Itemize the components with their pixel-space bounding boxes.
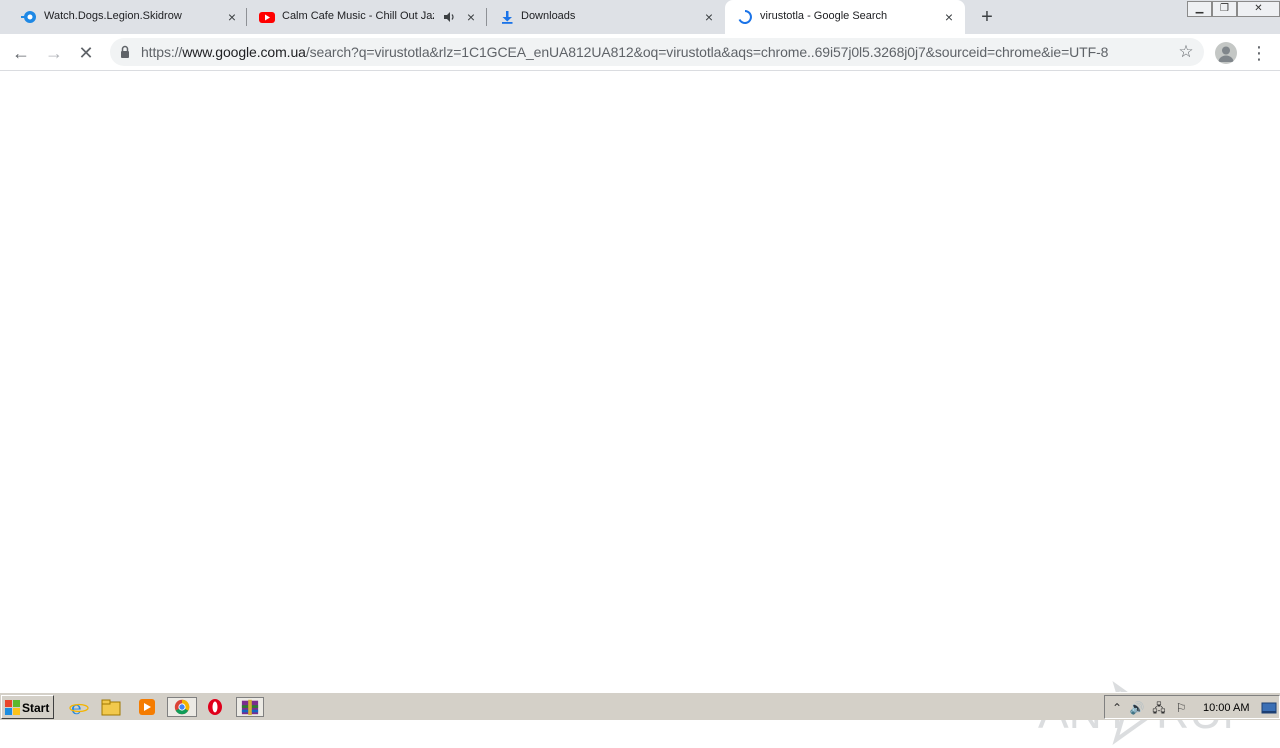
minimize-button[interactable]: ▁: [1187, 1, 1212, 17]
chrome-icon[interactable]: [167, 697, 197, 717]
download-icon: [502, 11, 513, 24]
url-host: www.google.com.ua: [182, 44, 306, 60]
show-hidden-icons-icon[interactable]: ⌃: [1109, 700, 1125, 716]
window-controls: ▁ ❐ ✕: [1187, 0, 1280, 18]
bookmark-star-icon[interactable]: ☆: [1176, 42, 1196, 62]
new-tab-button[interactable]: +: [976, 7, 998, 27]
volume-icon[interactable]: 🔊: [1129, 700, 1145, 716]
windows-taskbar: Start e ⌃ 🔊 🖧 ⚐ 10:00 AM: [0, 692, 1280, 720]
winrar-icon[interactable]: [236, 697, 264, 717]
url-scheme: https://: [141, 44, 183, 60]
start-button[interactable]: Start: [1, 695, 54, 719]
browser-window: Watch.Dogs.Legion.Skidrow × Calm Cafe Mu…: [0, 0, 1280, 72]
browser-toolbar: ← → ✕ https://www.google.com.ua/search?q…: [0, 34, 1280, 71]
page-content: ANY RUN: [0, 72, 1280, 745]
start-label: Start: [22, 701, 50, 715]
action-center-flag-icon[interactable]: ⚐: [1173, 700, 1189, 716]
file-explorer-icon[interactable]: [100, 697, 122, 717]
tab-close-button[interactable]: ×: [224, 9, 240, 25]
tab-downloads[interactable]: Downloads ×: [487, 0, 725, 34]
loading-spinner-icon: [738, 10, 752, 24]
tab-google-search[interactable]: virustotla - Google Search ×: [725, 0, 965, 34]
tab-title: Watch.Dogs.Legion.Skidrow: [44, 10, 182, 22]
tab-close-button[interactable]: ×: [941, 9, 957, 25]
svg-text:e: e: [71, 698, 82, 717]
url-path: /search?q=virustotla&rlz=1C1GCEA_enUA812…: [305, 44, 1109, 60]
tab-close-button[interactable]: ×: [701, 9, 717, 25]
tab-title: Calm Cafe Music - Chill Out Jazz: [282, 10, 434, 22]
close-window-button[interactable]: ✕: [1237, 1, 1280, 17]
audio-playing-icon[interactable]: [443, 11, 455, 23]
clock[interactable]: 10:00 AM: [1203, 702, 1249, 714]
opera-icon[interactable]: [204, 697, 226, 717]
windows-logo-icon: [5, 700, 20, 715]
tab-strip: Watch.Dogs.Legion.Skidrow × Calm Cafe Mu…: [0, 0, 1280, 34]
internet-explorer-icon[interactable]: e: [68, 697, 90, 717]
tab-title: Downloads: [521, 10, 576, 22]
url-text[interactable]: https://www.google.com.ua/search?q=virus…: [141, 44, 1108, 60]
tab-title: virustotla - Google Search: [760, 10, 888, 22]
site-logo-icon: [21, 11, 36, 23]
browser-menu-button[interactable]: ⋮: [1250, 40, 1268, 66]
lock-icon[interactable]: [120, 45, 130, 59]
profile-avatar-icon[interactable]: [1215, 42, 1237, 64]
system-tray: ⌃ 🔊 🖧 ⚐ 10:00 AM: [1104, 695, 1280, 719]
tab-calm-cafe-music[interactable]: Calm Cafe Music - Chill Out Jazz ×: [247, 0, 487, 34]
address-bar[interactable]: https://www.google.com.ua/search?q=virus…: [110, 38, 1204, 66]
back-button[interactable]: ←: [8, 40, 34, 66]
media-player-icon[interactable]: [136, 697, 158, 717]
network-icon[interactable]: 🖧: [1151, 700, 1167, 716]
tab-watch-dogs[interactable]: Watch.Dogs.Legion.Skidrow ×: [0, 0, 247, 34]
stop-loading-button[interactable]: ✕: [73, 40, 99, 66]
show-desktop-icon[interactable]: [1261, 700, 1277, 716]
restore-button[interactable]: ❐: [1212, 1, 1237, 17]
youtube-icon: [259, 12, 275, 23]
tab-close-button[interactable]: ×: [463, 9, 479, 25]
forward-button[interactable]: →: [41, 40, 67, 66]
